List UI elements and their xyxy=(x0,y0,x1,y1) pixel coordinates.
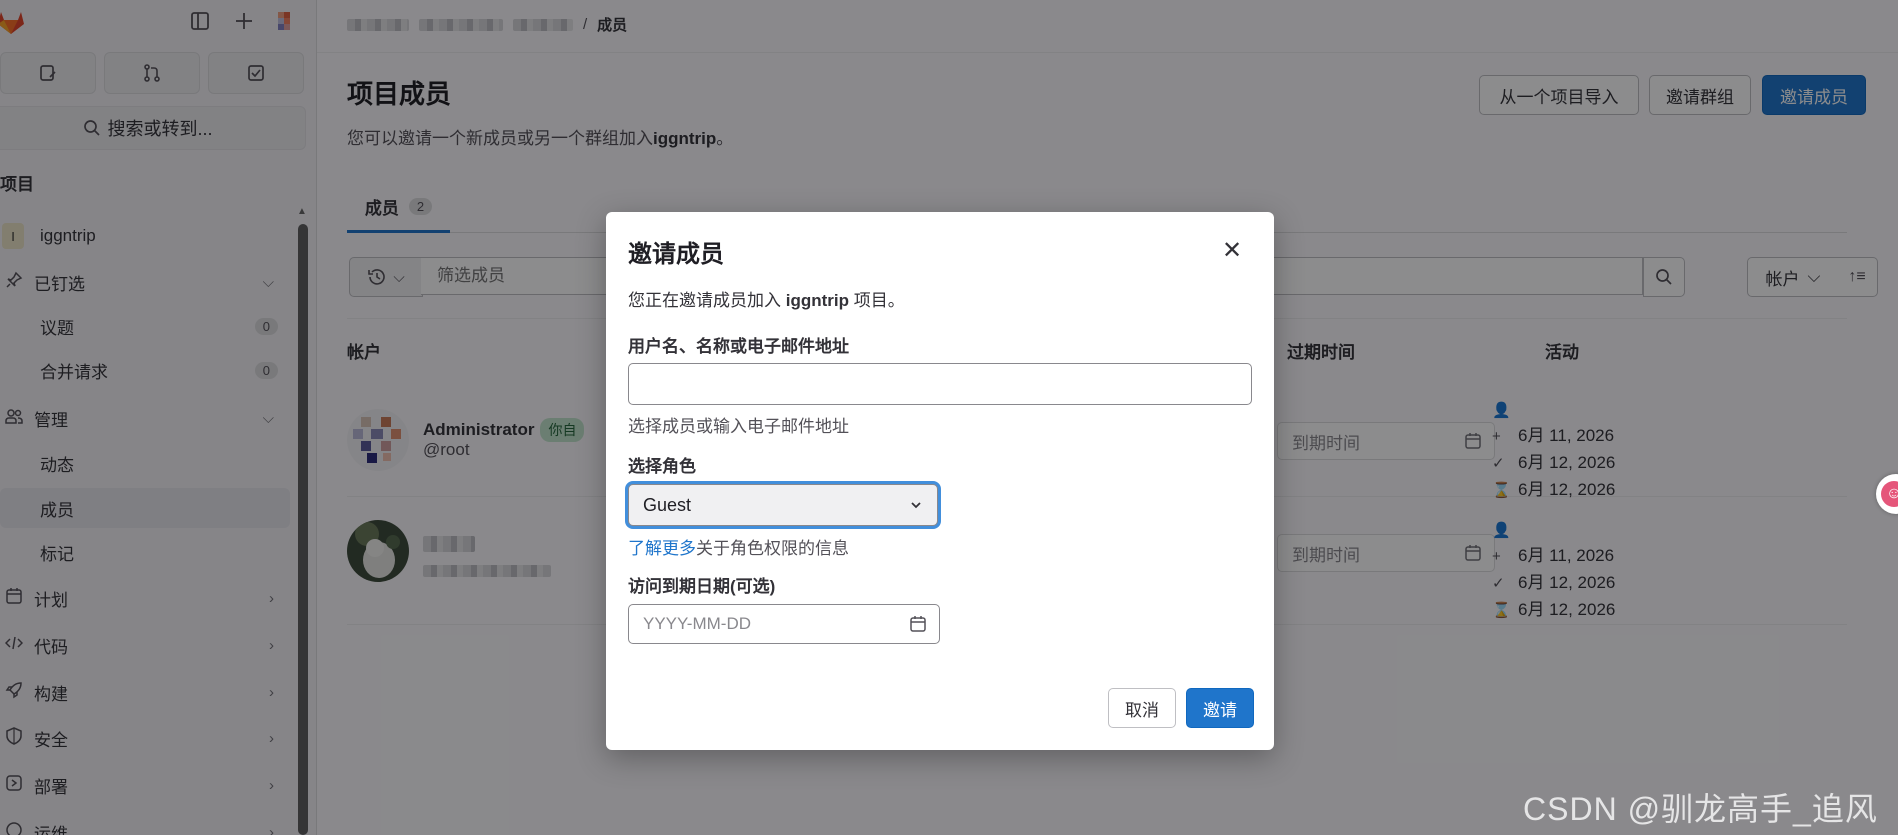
role-help: 了解更多关于角色权限的信息 xyxy=(628,534,849,559)
invite-members-modal: 邀请成员 ✕ 您正在邀请成员加入 iggntrip 项目。 用户名、名称或电子邮… xyxy=(606,212,1274,750)
username-label: 用户名、名称或电子邮件地址 xyxy=(628,337,849,356)
modal-intro-project: iggntrip xyxy=(785,291,849,310)
username-input[interactable] xyxy=(628,363,1252,405)
expiry-date-placeholder: YYYY-MM-DD xyxy=(643,614,751,633)
modal-intro-text: 您正在邀请成员加入 xyxy=(628,291,786,310)
chevron-down-icon xyxy=(911,502,921,509)
role-label: 选择角色 xyxy=(628,457,696,476)
watermark: CSDN @驯龙高手_追风 xyxy=(1523,791,1878,827)
invite-button[interactable]: 邀请 xyxy=(1186,688,1254,728)
calendar-icon xyxy=(910,616,926,632)
role-select-value: Guest xyxy=(643,494,692,515)
modal-intro-suffix: 项目。 xyxy=(849,291,905,310)
expiry-label: 访问到期日期(可选) xyxy=(628,577,776,596)
close-icon[interactable]: ✕ xyxy=(1216,234,1248,266)
modal-title: 邀请成员 xyxy=(628,241,724,268)
learn-more-link[interactable]: 了解更多 xyxy=(628,539,696,558)
cancel-button[interactable]: 取消 xyxy=(1108,688,1176,728)
role-select[interactable]: Guest xyxy=(628,484,938,526)
access-expiry-date-input[interactable]: YYYY-MM-DD xyxy=(628,604,940,644)
assistant-icon: ☺ xyxy=(1881,481,1898,507)
role-help-text: 关于角色权限的信息 xyxy=(696,539,849,558)
modal-intro: 您正在邀请成员加入 iggntrip 项目。 xyxy=(628,286,905,311)
username-help: 选择成员或输入电子邮件地址 xyxy=(628,417,849,436)
